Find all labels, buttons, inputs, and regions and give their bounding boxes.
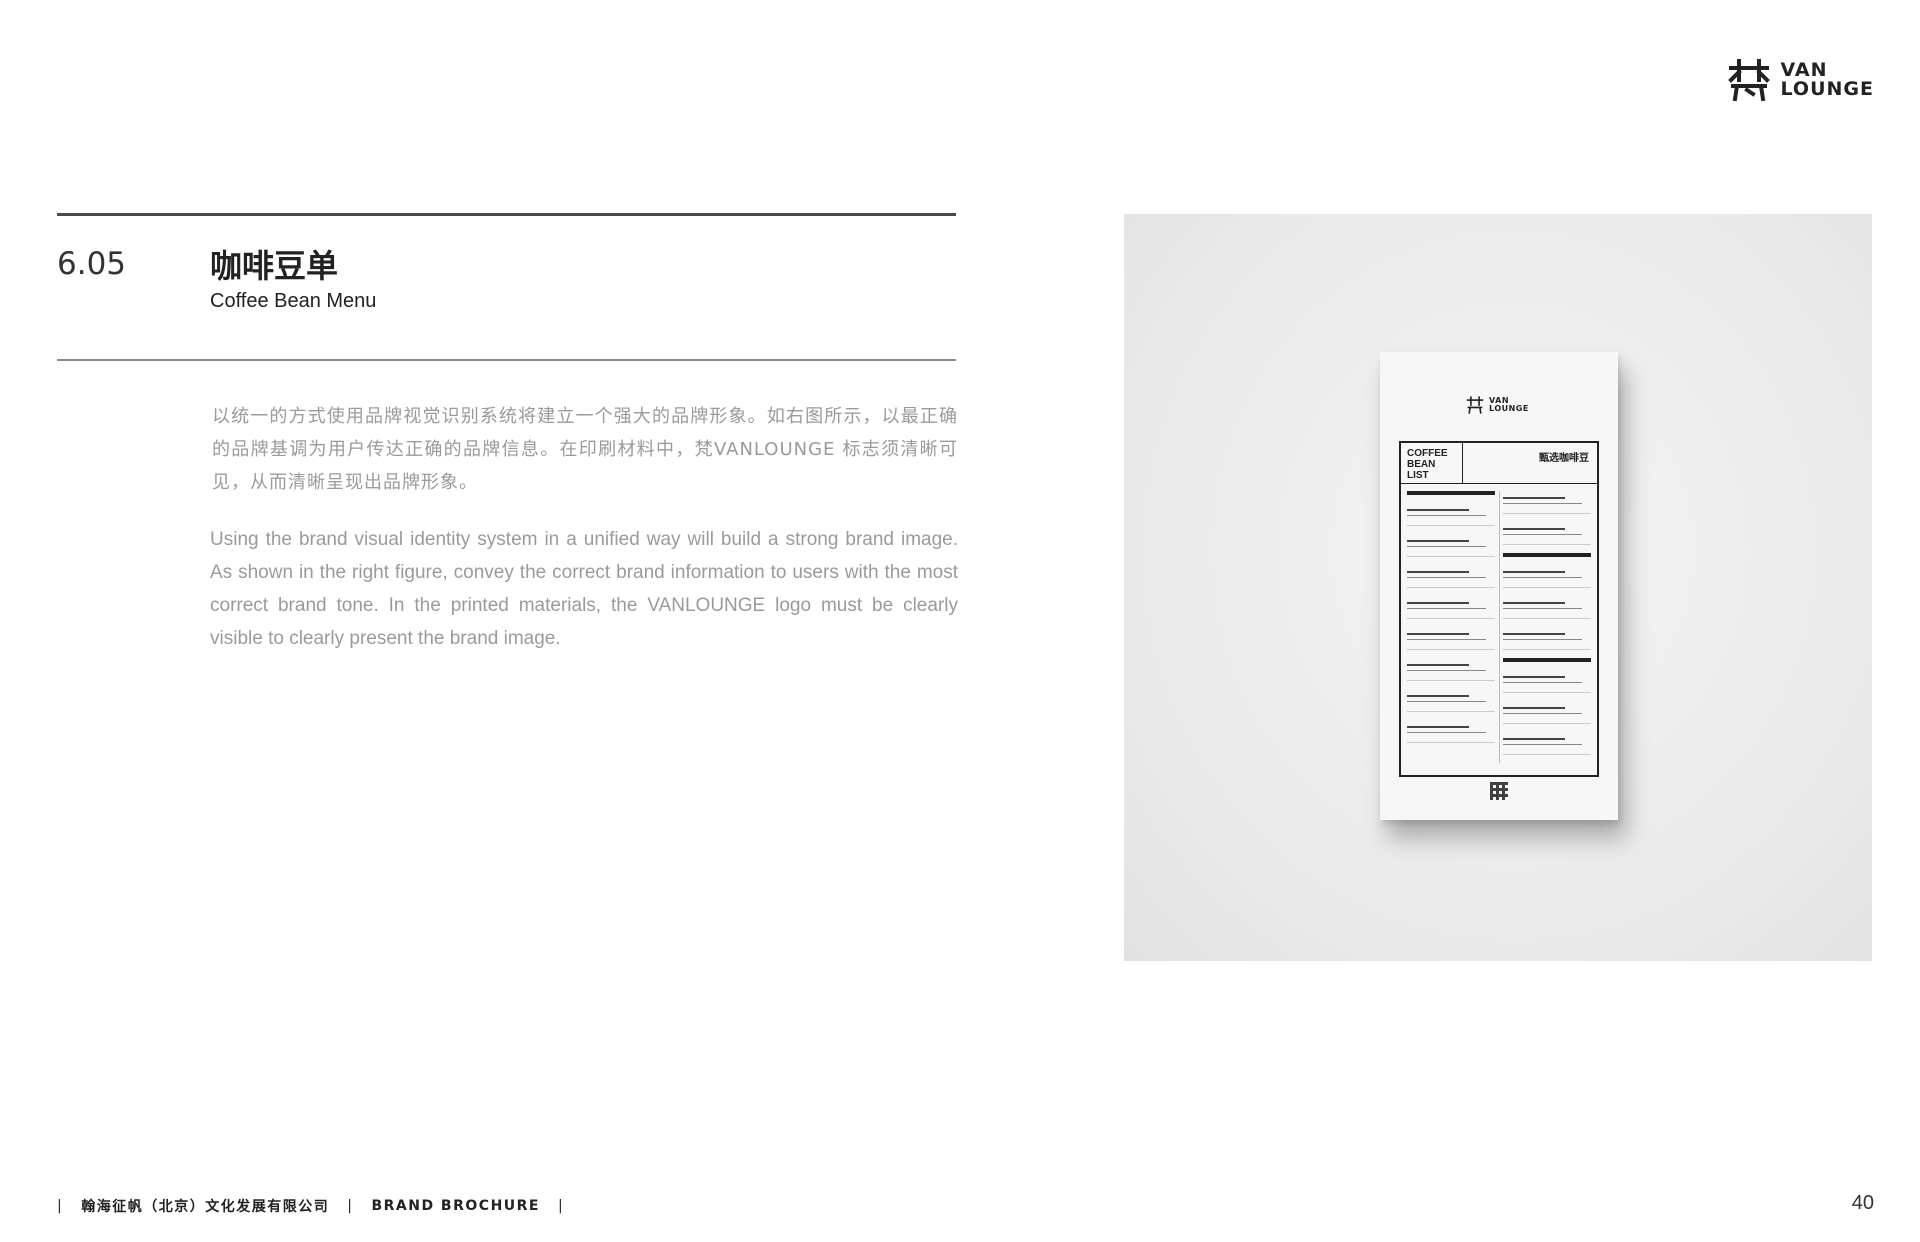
menu-card-logo: VAN LOUNGE [1466, 396, 1529, 414]
menu-item [1407, 596, 1495, 619]
menu-item [1503, 701, 1591, 724]
page-number: 40 [1851, 1192, 1874, 1214]
body-paragraph-cn: 以统一的方式使用品牌视觉识别系统将建立一个强大的品牌形象。如右图所示，以最正确的… [212, 406, 958, 493]
footer-separator: | [347, 1198, 354, 1214]
menu-item [1503, 522, 1591, 545]
section-number: 6.05 [57, 246, 127, 282]
menu-item [1407, 689, 1495, 712]
menu-card-wordmark: VAN LOUNGE [1489, 397, 1529, 413]
menu-heading-box: COFFEE BEAN LIST [1401, 443, 1463, 484]
menu-logo-line-2: LOUNGE [1489, 404, 1529, 413]
section-title-cn: 咖啡豆单 [210, 247, 339, 285]
menu-item [1407, 565, 1495, 588]
menu-item [1407, 720, 1495, 743]
menu-item [1503, 732, 1591, 755]
menu-item [1407, 658, 1495, 681]
logo-wordmark: VAN LOUNGE [1781, 61, 1875, 99]
menu-item [1407, 503, 1495, 526]
menu-item [1503, 565, 1591, 588]
van-lounge-logo-mark [1466, 396, 1484, 414]
brand-logo: VAN LOUNGE [1727, 58, 1875, 102]
footer: | 翰海征帆（北京）文化发展有限公司 | BRAND BROCHURE | [57, 1196, 564, 1216]
menu-item [1503, 596, 1591, 619]
menu-item [1407, 627, 1495, 650]
menu-item [1503, 491, 1591, 514]
menu-item [1503, 670, 1591, 693]
menu-item [1503, 627, 1591, 650]
menu-card: VAN LOUNGE COFFEE BEAN LIST 甄选咖啡豆 [1380, 352, 1618, 820]
qr-code-icon [1490, 782, 1508, 800]
menu-column-divider [1499, 491, 1500, 763]
van-lounge-logo-mark [1727, 59, 1770, 102]
menu-mockup-photo: VAN LOUNGE COFFEE BEAN LIST 甄选咖啡豆 [1124, 214, 1872, 961]
section-title-en: Coffee Bean Menu [210, 290, 377, 312]
section-divider-bottom [57, 359, 956, 361]
menu-category-bar [1503, 658, 1591, 662]
menu-category-bar [1503, 553, 1591, 557]
menu-heading-cn: 甄选咖啡豆 [1539, 453, 1589, 464]
menu-category-bar [1407, 491, 1495, 495]
menu-column-left [1407, 491, 1495, 751]
footer-company: 翰海征帆（北京）文化发展有限公司 [81, 1199, 330, 1215]
footer-separator: | [57, 1198, 64, 1214]
menu-heading-en: COFFEE BEAN LIST [1407, 448, 1448, 481]
footer-label: BRAND BROCHURE [371, 1198, 540, 1214]
menu-column-right [1503, 491, 1591, 763]
menu-item [1407, 534, 1495, 557]
body-paragraph-en: Using the brand visual identity system i… [210, 529, 958, 649]
section-divider-top [57, 213, 956, 216]
menu-list-frame: COFFEE BEAN LIST 甄选咖啡豆 [1399, 441, 1599, 777]
logo-line-2: LOUNGE [1780, 78, 1874, 100]
footer-separator: | [558, 1198, 565, 1214]
menu-heading-box-cn: 甄选咖啡豆 [1463, 443, 1597, 484]
